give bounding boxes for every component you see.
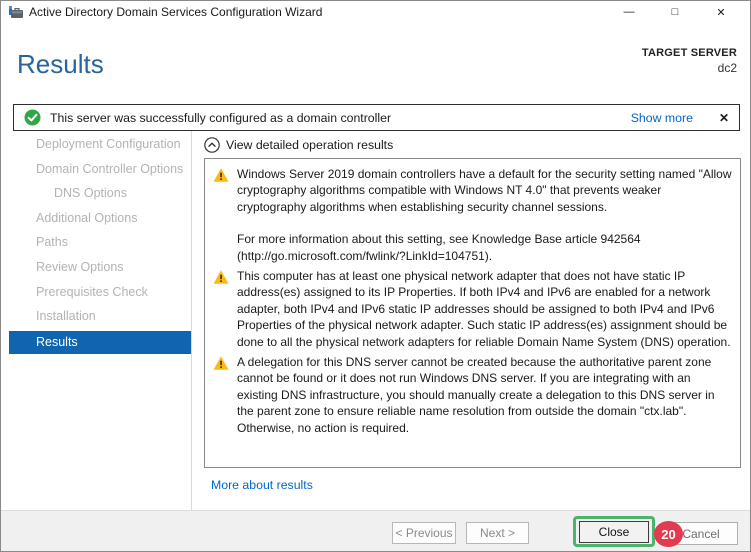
warning-text: A delegation for this DNS server cannot …: [237, 354, 732, 436]
sidebar-divider: [191, 131, 192, 511]
show-more-link[interactable]: Show more: [631, 111, 693, 125]
page-title: Results: [17, 49, 104, 80]
window-title: Active Directory Domain Services Configu…: [29, 5, 322, 19]
warning-icon: [213, 269, 229, 350]
view-details-toggle[interactable]: View detailed operation results: [204, 137, 393, 153]
warning-item: This computer has at least one physical …: [213, 268, 732, 350]
sidebar-item-prerequisites-check[interactable]: Prerequisites Check: [1, 280, 191, 305]
sidebar-item-installation[interactable]: Installation: [1, 304, 191, 329]
close-button[interactable]: Close: [579, 521, 649, 543]
next-button[interactable]: Next >: [466, 522, 529, 544]
banner-message: This server was successfully configured …: [50, 111, 631, 125]
maximize-button[interactable]: □: [652, 1, 698, 23]
sidebar-item-additional-options[interactable]: Additional Options: [1, 206, 191, 231]
view-details-label: View detailed operation results: [226, 138, 393, 152]
warning-text: This computer has at least one physical …: [237, 268, 732, 350]
title-bar: Active Directory Domain Services Configu…: [1, 1, 750, 23]
close-window-button[interactable]: ✕: [698, 1, 744, 23]
sidebar-item-review-options[interactable]: Review Options: [1, 255, 191, 280]
sidebar-item-dns-options[interactable]: DNS Options: [1, 181, 191, 206]
warning-item: A delegation for this DNS server cannot …: [213, 354, 732, 436]
sidebar-item-paths[interactable]: Paths: [1, 230, 191, 255]
previous-button[interactable]: < Previous: [392, 522, 456, 544]
sidebar-item-results[interactable]: Results: [9, 331, 191, 354]
more-about-results-link[interactable]: More about results: [211, 478, 313, 492]
warning-text: Windows Server 2019 domain controllers h…: [237, 166, 732, 264]
target-server-value: dc2: [642, 61, 737, 75]
target-server-label: TARGET SERVER: [642, 47, 737, 59]
wizard-steps-sidebar: Deployment Configuration Domain Controll…: [1, 132, 191, 354]
success-check-icon: [24, 109, 41, 126]
step-number-badge: 20: [654, 521, 683, 547]
minimize-button[interactable]: —: [606, 1, 652, 23]
warning-icon: [213, 355, 229, 436]
success-banner: This server was successfully configured …: [13, 104, 740, 131]
wizard-window: Active Directory Domain Services Configu…: [0, 0, 751, 552]
sidebar-item-domain-controller-options[interactable]: Domain Controller Options: [1, 157, 191, 182]
banner-close-icon[interactable]: ✕: [719, 111, 729, 125]
operation-results-box: Windows Server 2019 domain controllers h…: [204, 158, 741, 468]
warning-icon: [213, 167, 229, 264]
warning-item: Windows Server 2019 domain controllers h…: [213, 166, 732, 264]
sidebar-item-deployment-configuration[interactable]: Deployment Configuration: [1, 132, 191, 157]
app-icon: [8, 4, 24, 20]
chevron-up-circle-icon: [204, 137, 220, 153]
target-server-block: TARGET SERVER dc2: [642, 47, 737, 75]
